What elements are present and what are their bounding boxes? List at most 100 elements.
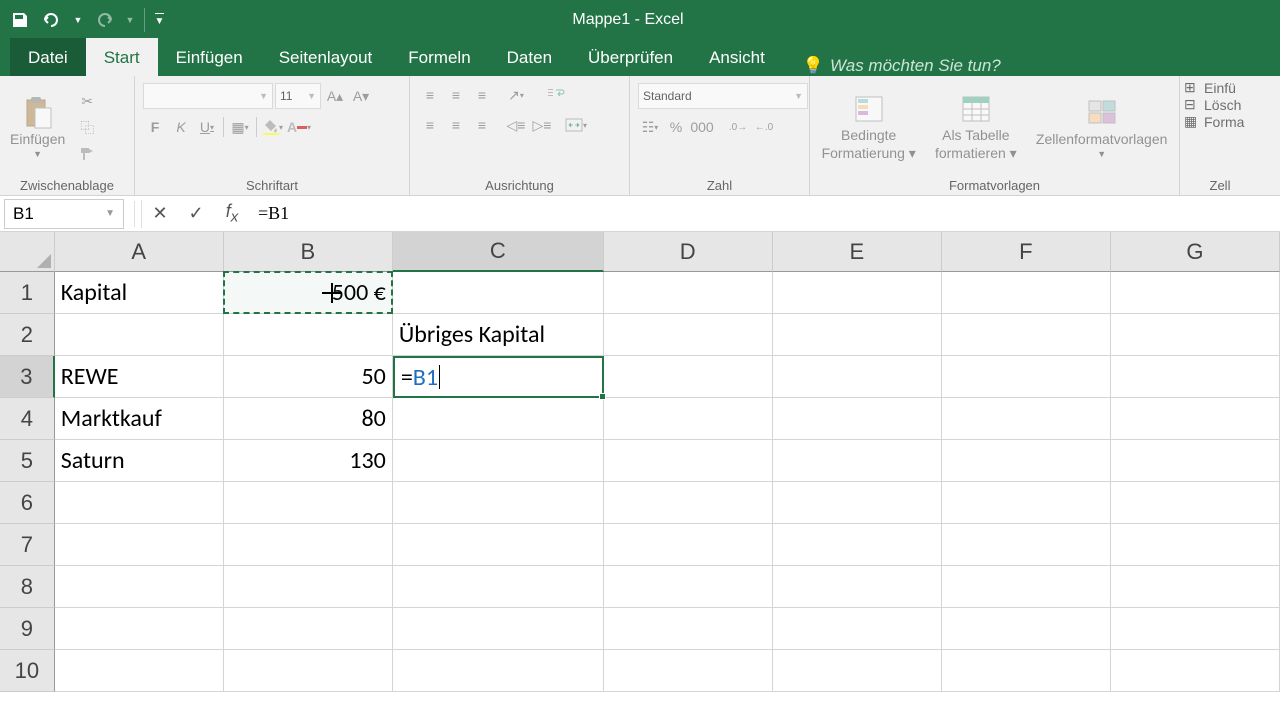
cell-D8[interactable]: [604, 566, 773, 608]
column-header-C[interactable]: C: [393, 232, 604, 272]
row-header-5[interactable]: 5: [0, 440, 55, 482]
row-header-9[interactable]: 9: [0, 608, 55, 650]
cell-B3[interactable]: 50: [224, 356, 393, 398]
cell-A4[interactable]: Marktkauf: [55, 398, 224, 440]
cell-G7[interactable]: [1111, 524, 1280, 566]
name-box[interactable]: B1 ▼: [4, 199, 124, 229]
increase-font-icon[interactable]: A▴: [323, 84, 347, 108]
cell-G5[interactable]: [1111, 440, 1280, 482]
align-right-icon[interactable]: ≡: [470, 113, 494, 137]
tab-datei[interactable]: Datei: [10, 38, 86, 76]
cell-G4[interactable]: [1111, 398, 1280, 440]
cell-G6[interactable]: [1111, 482, 1280, 524]
cell-E3[interactable]: [773, 356, 942, 398]
cell-styles-button[interactable]: Zellenformatvorlagen ▼: [1030, 95, 1174, 161]
row-header-6[interactable]: 6: [0, 482, 55, 524]
cell-D6[interactable]: [604, 482, 773, 524]
comma-style-icon[interactable]: 000: [690, 115, 714, 139]
cell-C10[interactable]: [393, 650, 604, 692]
merge-center-icon[interactable]: ▾: [564, 113, 588, 137]
cell-E7[interactable]: [773, 524, 942, 566]
format-painter-icon[interactable]: [75, 142, 99, 166]
cell-C2[interactable]: Übriges Kapital: [393, 314, 604, 356]
tab-ueberpruefen[interactable]: Überprüfen: [570, 38, 691, 76]
cancel-formula-button[interactable]: ✕: [142, 200, 178, 228]
cell-F9[interactable]: [942, 608, 1111, 650]
cell-F8[interactable]: [942, 566, 1111, 608]
row-header-3[interactable]: 3: [0, 356, 55, 398]
cell-A10[interactable]: [55, 650, 224, 692]
cell-B5[interactable]: 130: [224, 440, 393, 482]
select-all-corner[interactable]: [0, 232, 55, 272]
column-header-B[interactable]: B: [224, 232, 393, 272]
cell-C9[interactable]: [393, 608, 604, 650]
cell-C5[interactable]: [393, 440, 604, 482]
border-button[interactable]: ▦▾: [228, 115, 252, 139]
decrease-font-icon[interactable]: A▾: [349, 84, 373, 108]
cell-F5[interactable]: [942, 440, 1111, 482]
tab-ansicht[interactable]: Ansicht: [691, 38, 783, 76]
decrease-indent-icon[interactable]: ◁≡: [504, 113, 528, 137]
save-icon[interactable]: [8, 8, 32, 32]
cell-F4[interactable]: [942, 398, 1111, 440]
increase-decimal-icon[interactable]: .0→: [726, 115, 750, 139]
column-header-D[interactable]: D: [604, 232, 773, 272]
cell-C3[interactable]: =B1: [393, 356, 604, 398]
cell-D7[interactable]: [604, 524, 773, 566]
bold-button[interactable]: F: [143, 115, 167, 139]
cell-E2[interactable]: [773, 314, 942, 356]
cell-F6[interactable]: [942, 482, 1111, 524]
copy-icon[interactable]: ⿻: [75, 116, 99, 140]
percent-icon[interactable]: %: [664, 115, 688, 139]
orientation-icon[interactable]: ↗▾: [504, 83, 528, 107]
cell-D2[interactable]: [604, 314, 773, 356]
cell-F1[interactable]: [942, 272, 1111, 314]
cell-E5[interactable]: [773, 440, 942, 482]
cell-B7[interactable]: [224, 524, 393, 566]
cell-B4[interactable]: 80: [224, 398, 393, 440]
cell-G1[interactable]: [1111, 272, 1280, 314]
cell-D3[interactable]: [604, 356, 773, 398]
align-center-icon[interactable]: ≡: [444, 113, 468, 137]
name-box-dropdown-icon[interactable]: ▼: [105, 208, 115, 219]
cell-B8[interactable]: [224, 566, 393, 608]
cell-A5[interactable]: Saturn: [55, 440, 224, 482]
cell-G9[interactable]: [1111, 608, 1280, 650]
paste-button[interactable]: Einfügen ▼: [4, 95, 71, 161]
cells-insert-icon[interactable]: ⊞: [1184, 79, 1202, 96]
cell-D1[interactable]: [604, 272, 773, 314]
decrease-decimal-icon[interactable]: ←.0: [752, 115, 776, 139]
cell-E6[interactable]: [773, 482, 942, 524]
cell-C6[interactable]: [393, 482, 604, 524]
font-size-combo[interactable]: 11▼: [275, 83, 321, 109]
cell-A6[interactable]: [55, 482, 224, 524]
cell-B1[interactable]: 500 €: [224, 272, 393, 314]
tab-formeln[interactable]: Formeln: [390, 38, 488, 76]
fill-color-button[interactable]: ▾: [261, 115, 285, 139]
cell-D4[interactable]: [604, 398, 773, 440]
cell-C4[interactable]: [393, 398, 604, 440]
tab-einfuegen[interactable]: Einfügen: [158, 38, 261, 76]
cell-A9[interactable]: [55, 608, 224, 650]
formula-input[interactable]: =B1: [250, 199, 1280, 228]
tell-me-search[interactable]: 💡 Was möchten Sie tun?: [783, 56, 1001, 76]
align-top-icon[interactable]: ≡: [418, 83, 442, 107]
cell-A3[interactable]: REWE: [55, 356, 224, 398]
undo-dropdown-icon[interactable]: ▼: [72, 8, 84, 32]
cell-G2[interactable]: [1111, 314, 1280, 356]
cut-icon[interactable]: ✂: [75, 90, 99, 114]
cell-D10[interactable]: [604, 650, 773, 692]
enter-formula-button[interactable]: ✓: [178, 200, 214, 228]
tab-seitenlayout[interactable]: Seitenlayout: [261, 38, 391, 76]
cell-B9[interactable]: [224, 608, 393, 650]
row-header-2[interactable]: 2: [0, 314, 55, 356]
column-header-A[interactable]: A: [55, 232, 224, 272]
align-bottom-icon[interactable]: ≡: [470, 83, 494, 107]
insert-function-button[interactable]: fx: [214, 200, 250, 228]
cell-C1[interactable]: [393, 272, 604, 314]
wrap-text-icon[interactable]: [544, 83, 568, 107]
cell-C8[interactable]: [393, 566, 604, 608]
cell-D5[interactable]: [604, 440, 773, 482]
cell-E1[interactable]: [773, 272, 942, 314]
cell-E10[interactable]: [773, 650, 942, 692]
